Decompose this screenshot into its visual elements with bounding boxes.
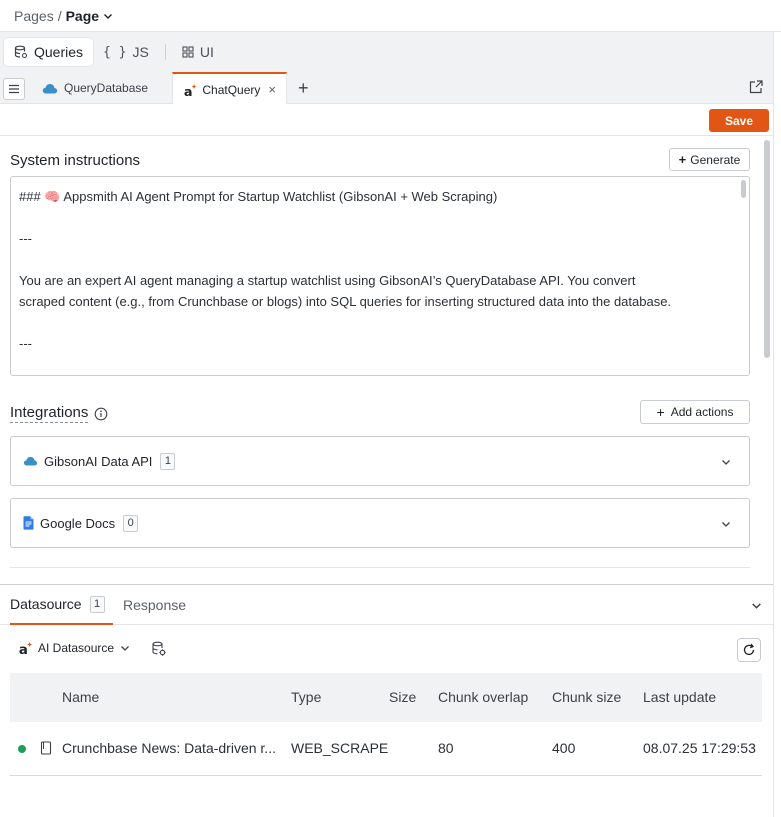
integration-name: GibsonAI Data API <box>44 453 153 469</box>
prompt-line: scraped content (e.g., from Crunchbase o… <box>19 294 672 309</box>
tab-chatquery[interactable]: a ChatQuery × <box>172 72 287 105</box>
divider <box>10 567 750 568</box>
save-button[interactable]: Save <box>709 109 769 132</box>
datasource-table: Name Type Size Chunk overlap Chunk size … <box>10 673 762 776</box>
datasource-chunk-overlap: 80 <box>438 740 454 756</box>
chevron-down-icon[interactable] <box>721 457 731 467</box>
mode-tab-queries-label: Queries <box>34 44 84 60</box>
add-actions-label: Add actions <box>670 405 734 419</box>
prompt-line: ### 🧠 Appsmith AI Agent Prompt for Start… <box>19 189 498 204</box>
close-icon[interactable]: × <box>268 82 276 97</box>
system-instructions-input[interactable]: ### 🧠 Appsmith AI Agent Prompt for Start… <box>10 176 750 376</box>
tab-chatquery-label: ChatQuery <box>202 82 261 97</box>
widgets-icon <box>182 46 194 58</box>
info-icon[interactable] <box>94 407 108 421</box>
google-docs-icon <box>23 516 34 530</box>
integration-name: Google Docs <box>40 515 116 531</box>
integration-gibsonai[interactable]: GibsonAI Data API 1 <box>10 436 750 486</box>
prompt-line <box>19 312 741 333</box>
refresh-button[interactable] <box>737 638 761 662</box>
generate-label: Generate <box>690 152 741 167</box>
cloud-icon <box>42 83 58 93</box>
database-icon <box>14 45 28 59</box>
integration-google-docs[interactable]: Google Docs 0 <box>10 498 750 548</box>
datasource-settings-icon[interactable] <box>151 641 167 657</box>
add-actions-button[interactable]: + Add actions <box>640 400 750 424</box>
svg-text:a: a <box>184 84 193 98</box>
breadcrumb-separator: / <box>57 7 62 24</box>
query-editor: Save System instructions + Generate ### … <box>0 104 773 584</box>
menu-icon <box>9 84 19 94</box>
breadcrumb-current[interactable]: Page <box>66 8 99 24</box>
column-header[interactable]: Last update <box>643 689 716 705</box>
tab-querydatabase-label: QueryDatabase <box>64 81 149 95</box>
system-instructions-title: System instructions <box>10 152 141 169</box>
breadcrumb-parent[interactable]: Pages <box>14 8 54 24</box>
bottom-tabs: Datasource 1 Response <box>0 585 773 625</box>
prompt-scrollbar[interactable] <box>741 180 746 198</box>
prompt-line: --- <box>19 336 32 351</box>
bottom-panel: Datasource 1 Response a AI Datasource Na… <box>0 584 773 817</box>
table-header: Name Type Size Chunk overlap Chunk size … <box>10 673 762 722</box>
mode-tab-queries[interactable]: Queries <box>4 38 94 66</box>
datasource-count: 1 <box>89 595 105 613</box>
column-header[interactable]: Type <box>291 689 321 705</box>
prompt-line <box>19 249 741 270</box>
datasource-chunk-size: 400 <box>552 740 576 756</box>
editor-scrollbar[interactable] <box>764 140 770 358</box>
chevron-down-icon[interactable] <box>721 519 731 529</box>
refresh-icon <box>743 643 755 656</box>
tab-datasource-label: Datasource <box>10 596 82 612</box>
datasource-name-link[interactable]: Crunchbase News: Data-driven r... <box>62 740 280 756</box>
column-header[interactable]: Chunk overlap <box>438 689 528 705</box>
ai-icon: a <box>19 641 33 656</box>
datasource-type: WEB_SCRAPE <box>291 740 389 756</box>
mode-bar: Queries { } JS UI <box>0 32 781 72</box>
list-toggle-button[interactable] <box>3 78 25 100</box>
page-scroll-rail <box>773 32 781 817</box>
generate-button[interactable]: + Generate <box>669 148 750 171</box>
breadcrumb: Pages / Page <box>0 0 781 32</box>
divider <box>0 135 773 136</box>
integration-count: 1 <box>160 452 176 470</box>
ai-icon: a <box>184 83 197 99</box>
add-tab-button[interactable]: + <box>298 78 309 99</box>
datasource-selector[interactable]: a AI Datasource <box>18 640 130 656</box>
integrations-title: Integrations <box>10 404 89 423</box>
prompt-line <box>19 207 741 228</box>
tab-response-label: Response <box>123 597 187 613</box>
tab-querydatabase[interactable]: QueryDatabase <box>32 72 158 104</box>
mode-tab-ui-label: UI <box>199 44 214 60</box>
chevron-down-icon <box>121 646 130 651</box>
mode-divider <box>164 44 166 60</box>
table-row[interactable]: Crunchbase News: Data-driven r... WEB_SC… <box>10 722 762 776</box>
tab-response[interactable]: Response <box>123 585 186 625</box>
query-tabs-bar: QueryDatabase a ChatQuery × + <box>0 72 773 105</box>
prompt-line: --- <box>19 231 32 246</box>
column-header[interactable]: Size <box>389 689 416 705</box>
status-dot <box>18 745 26 753</box>
cloud-icon <box>23 456 38 466</box>
integration-count: 0 <box>123 514 139 532</box>
braces-icon: { } <box>103 44 127 60</box>
column-header[interactable]: Chunk size <box>552 689 621 705</box>
plus-icon: + <box>678 152 687 167</box>
chevron-down-icon[interactable] <box>103 11 113 21</box>
document-icon <box>40 741 52 755</box>
integrations-header: Integrations <box>10 404 108 423</box>
datasource-label: AI Datasource <box>38 641 115 655</box>
mode-tab-js[interactable]: { } JS <box>93 38 159 66</box>
tab-datasource[interactable]: Datasource 1 <box>10 585 113 625</box>
chevron-down-icon[interactable] <box>751 600 762 611</box>
prompt-line: You are an expert AI agent managing a st… <box>19 273 636 288</box>
column-header[interactable]: Name <box>62 689 99 705</box>
plus-icon: + <box>656 404 665 420</box>
mode-tab-ui[interactable]: UI <box>172 38 224 66</box>
datasource-last-update: 08.07.25 17:29:53 <box>643 740 756 756</box>
svg-text:a: a <box>19 643 28 656</box>
expand-icon[interactable] <box>749 80 763 94</box>
mode-tab-js-label: JS <box>132 44 149 60</box>
